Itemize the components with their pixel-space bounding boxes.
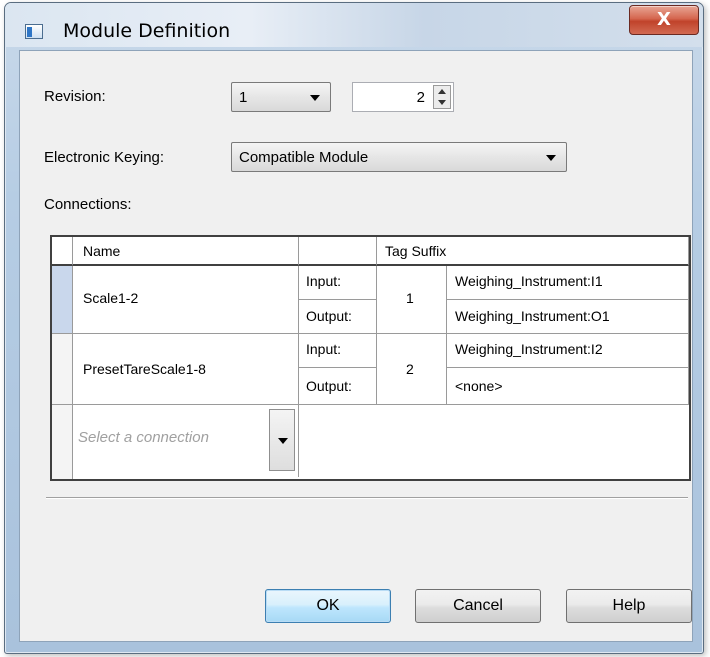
revision-minor-value: 2: [416, 89, 425, 106]
connections-label: Connections:: [44, 196, 132, 213]
revision-label: Revision:: [44, 88, 106, 105]
column-header-tag-suffix[interactable]: Tag Suffix: [377, 237, 689, 266]
column-header-name[interactable]: Name: [73, 237, 299, 266]
divider: [46, 497, 688, 499]
connection-name: Scale1-2: [83, 290, 139, 306]
column-header-name-text: Name: [83, 243, 121, 259]
output-tag: <none>: [455, 378, 503, 394]
row-header-new[interactable]: [52, 405, 73, 479]
grid-corner: [52, 237, 73, 266]
electronic-keying-value: Compatible Module: [239, 149, 369, 166]
input-label: Input:: [306, 341, 342, 357]
chevron-down-icon: [310, 95, 320, 101]
window-title: Module Definition: [63, 20, 231, 42]
output-tag-cell[interactable]: <none>: [447, 368, 689, 405]
connection-number: 1: [406, 290, 414, 306]
table-row-name[interactable]: Scale1-2: [73, 266, 299, 334]
column-header-type[interactable]: [299, 237, 377, 266]
spin-down-icon[interactable]: [438, 100, 446, 105]
revision-minor-spinner[interactable]: 2: [352, 82, 454, 112]
connection-name: PresetTareScale1-8: [83, 361, 206, 377]
help-button[interactable]: Help: [566, 589, 692, 623]
output-label-cell: Output:: [299, 300, 377, 334]
connections-grid: Name Tag Suffix Scale1-2 Input: Output: …: [50, 235, 691, 481]
input-tag-cell[interactable]: Weighing_Instrument:I2: [447, 334, 689, 368]
connection-number-cell[interactable]: 2: [377, 334, 447, 405]
revision-major-select[interactable]: 1: [231, 82, 331, 112]
title-bar[interactable]: Module Definition X: [5, 3, 703, 47]
output-tag-cell[interactable]: Weighing_Instrument:O1: [447, 300, 689, 334]
output-label-cell: Output:: [299, 368, 377, 405]
input-label: Input:: [306, 273, 342, 289]
dialog-body: Revision: 1 2 Electronic Keying: Compati…: [19, 50, 693, 642]
row-header-1[interactable]: [52, 266, 73, 334]
spin-up-icon[interactable]: [438, 89, 446, 94]
module-definition-window: Module Definition X Revision: 1 2 Electr…: [4, 2, 704, 654]
table-row-name[interactable]: PresetTareScale1-8: [73, 334, 299, 405]
input-tag-cell[interactable]: Weighing_Instrument:I1: [447, 266, 689, 300]
electronic-keying-select[interactable]: Compatible Module: [231, 142, 567, 172]
spinner-buttons[interactable]: [433, 85, 451, 109]
close-button[interactable]: X: [629, 5, 699, 35]
select-connection-placeholder: Select a connection: [78, 429, 209, 446]
input-tag: Weighing_Instrument:I2: [455, 341, 603, 357]
output-label: Output:: [306, 378, 352, 394]
output-tag: Weighing_Instrument:O1: [455, 308, 610, 324]
connection-number: 2: [406, 361, 414, 377]
row-header-2[interactable]: [52, 334, 73, 405]
chevron-down-icon: [278, 438, 288, 444]
select-connection-dropdown-button[interactable]: [269, 409, 295, 471]
input-label-cell: Input:: [299, 266, 377, 300]
ok-button[interactable]: OK: [265, 589, 391, 623]
connection-number-cell[interactable]: 1: [377, 266, 447, 334]
cancel-button[interactable]: Cancel: [415, 589, 541, 623]
column-header-tag-suffix-text: Tag Suffix: [385, 243, 447, 259]
chevron-down-icon: [546, 155, 556, 161]
output-label: Output:: [306, 308, 352, 324]
revision-major-value: 1: [239, 89, 248, 106]
electronic-keying-label: Electronic Keying:: [44, 149, 165, 166]
select-connection-combo[interactable]: Select a connection: [73, 405, 299, 477]
input-tag: Weighing_Instrument:I1: [455, 273, 603, 289]
window-icon: [25, 24, 43, 39]
input-label-cell: Input:: [299, 334, 377, 368]
